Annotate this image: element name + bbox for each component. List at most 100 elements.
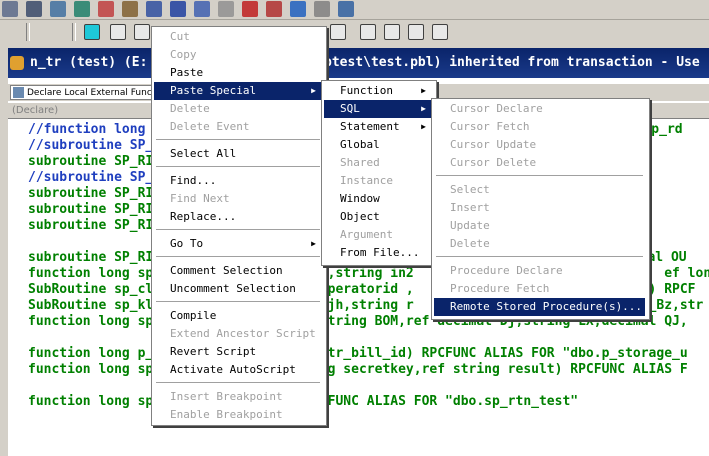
edit-icon[interactable]: [122, 1, 138, 17]
tab-declare-external-functions[interactable]: Declare Local External Functi: [10, 85, 160, 100]
submenu-arrow-icon: ▶: [311, 86, 316, 95]
menu-item-delete[interactable]: Delete: [154, 100, 322, 118]
redo-icon[interactable]: [134, 24, 150, 40]
paste-special-submenu: Function ▶ SQL ▶ Statement ▶ Global Shared Insta…: [321, 80, 437, 266]
menu-item-replace[interactable]: Replace...: [154, 208, 322, 226]
menu-item-insert[interactable]: Insert: [434, 199, 645, 217]
window-title-bar: n_tr (test) (E: btest\test.pbl) inherite…: [8, 48, 709, 78]
menu-item-label: Argument: [340, 228, 393, 241]
menu-item-window[interactable]: Window: [324, 190, 432, 208]
code-line: SubRoutine sp_kl: [28, 298, 154, 313]
menu-item-label: Update: [450, 219, 490, 232]
chart-dots-icon[interactable]: [170, 1, 186, 17]
menu-item-label: Copy: [170, 48, 197, 61]
help-icon[interactable]: [314, 1, 330, 17]
menu-item-label: Procedure Declare: [450, 264, 563, 277]
library-icon[interactable]: [26, 1, 42, 17]
menu-separator: [156, 229, 320, 231]
code-line: function long sp: [28, 362, 154, 377]
grid-dots-icon[interactable]: [194, 1, 210, 17]
menu-item-cursor-declare[interactable]: Cursor Declare: [434, 100, 645, 118]
run-icon[interactable]: [290, 1, 306, 17]
menu-item-delete[interactable]: Delete: [434, 235, 645, 253]
menu-item-label: Cut: [170, 30, 190, 43]
menu-item-label: Remote Stored Procedure(s)...: [450, 300, 643, 313]
database-icon[interactable]: [74, 1, 90, 17]
menu-item-global[interactable]: Global: [324, 136, 432, 154]
code-line: function long sp: [28, 314, 154, 329]
menu-item-update[interactable]: Update: [434, 217, 645, 235]
menu-item-delete-event[interactable]: Delete Event: [154, 118, 322, 136]
menu-item-argument[interactable]: Argument: [324, 226, 432, 244]
code-line-tail: str_bill_id) RPCFUNC ALIAS FOR "dbo.p_st…: [312, 346, 688, 361]
select-icon[interactable]: [84, 24, 100, 40]
menu-separator: [156, 256, 320, 258]
menu-item-label: Window: [340, 192, 380, 205]
menu-item-revert-script[interactable]: Revert Script: [154, 343, 322, 361]
cut-icon[interactable]: [330, 24, 346, 40]
paste-icon[interactable]: [384, 24, 400, 40]
menu-item-function[interactable]: Function ▶: [324, 82, 432, 100]
menu-item-statement[interactable]: Statement ▶: [324, 118, 432, 136]
submenu-arrow-icon: ▶: [421, 104, 426, 113]
menu-item-label: Activate AutoScript: [170, 363, 296, 376]
menu-item-procedure-fetch[interactable]: Procedure Fetch: [434, 280, 645, 298]
script-icon[interactable]: [2, 1, 18, 17]
menu-item-object[interactable]: Object: [324, 208, 432, 226]
main-toolbar: [0, 0, 709, 20]
debug-icon[interactable]: [242, 1, 258, 17]
menu-item-label: Shared: [340, 156, 380, 169]
palette-icon[interactable]: [98, 1, 114, 17]
menu-item-select[interactable]: Select: [434, 181, 645, 199]
menu-item-cut[interactable]: Cut: [154, 28, 322, 46]
sql-submenu: Cursor Declare Cursor Fetch Cursor Update C…: [431, 98, 650, 320]
menu-item-from-file[interactable]: From File...: [324, 244, 432, 262]
painter-toolbar: [0, 20, 709, 46]
menu-item-label: Cursor Declare: [450, 102, 543, 115]
context-menu: Cut Copy Paste Paste Special ▶ Delete Delete E…: [151, 26, 327, 426]
table-grid-icon[interactable]: [146, 1, 162, 17]
copy-icon[interactable]: [360, 24, 376, 40]
menu-item-extend-ancestor-script[interactable]: Extend Ancestor Script: [154, 325, 322, 343]
menu-separator: [436, 175, 643, 177]
script-icon2[interactable]: [432, 24, 448, 40]
menu-item-label: Cursor Delete: [450, 156, 537, 169]
menu-item-paste-special[interactable]: Paste Special ▶: [154, 82, 322, 100]
menu-item-label: Revert Script: [170, 345, 257, 358]
menu-item-uncomment-selection[interactable]: Uncomment Selection: [154, 280, 322, 298]
menu-item-label: Delete: [170, 102, 210, 115]
menu-item-go-to[interactable]: Go To ▶: [154, 235, 322, 253]
menu-item-instance[interactable]: Instance: [324, 172, 432, 190]
menu-item-sql[interactable]: SQL ▶: [324, 100, 432, 118]
menu-item-remote-stored-procedure-s[interactable]: Remote Stored Procedure(s)...: [434, 298, 645, 316]
menu-item-insert-breakpoint[interactable]: Insert Breakpoint: [154, 388, 322, 406]
menu-item-copy[interactable]: Copy: [154, 46, 322, 64]
menu-item-enable-breakpoint[interactable]: Enable Breakpoint: [154, 406, 322, 424]
undo-icon[interactable]: [110, 24, 126, 40]
menu-item-paste[interactable]: Paste: [154, 64, 322, 82]
stop-icon[interactable]: [266, 1, 282, 17]
exit-icon[interactable]: [338, 1, 354, 17]
code-line-tail: PCFUNC ALIAS FOR "dbo.sp_rtn_test": [312, 394, 579, 409]
building-icon[interactable]: [50, 1, 66, 17]
menu-item-label: Comment Selection: [170, 264, 283, 277]
function-icon[interactable]: [408, 24, 424, 40]
menu-item-label: Function: [340, 84, 393, 97]
menu-item-comment-selection[interactable]: Comment Selection: [154, 262, 322, 280]
menu-item-cursor-update[interactable]: Cursor Update: [434, 136, 645, 154]
menu-item-cursor-delete[interactable]: Cursor Delete: [434, 154, 645, 172]
code-line: subroutine SP_RI: [28, 154, 154, 169]
declare-icon: [13, 87, 24, 98]
menu-item-select-all[interactable]: Select All: [154, 145, 322, 163]
menu-item-shared[interactable]: Shared: [324, 154, 432, 172]
menu-item-cursor-fetch[interactable]: Cursor Fetch: [434, 118, 645, 136]
menu-item-procedure-declare[interactable]: Procedure Declare: [434, 262, 645, 280]
menu-item-label: Global: [340, 138, 380, 151]
tree-icon[interactable]: [218, 1, 234, 17]
menu-item-find[interactable]: Find...: [154, 172, 322, 190]
menu-item-find-next[interactable]: Find Next: [154, 190, 322, 208]
menu-item-activate-autoscript[interactable]: Activate AutoScript: [154, 361, 322, 379]
menu-item-label: Delete Event: [170, 120, 250, 133]
tab-label: Declare Local External Functi: [27, 88, 158, 98]
menu-item-compile[interactable]: Compile: [154, 307, 322, 325]
